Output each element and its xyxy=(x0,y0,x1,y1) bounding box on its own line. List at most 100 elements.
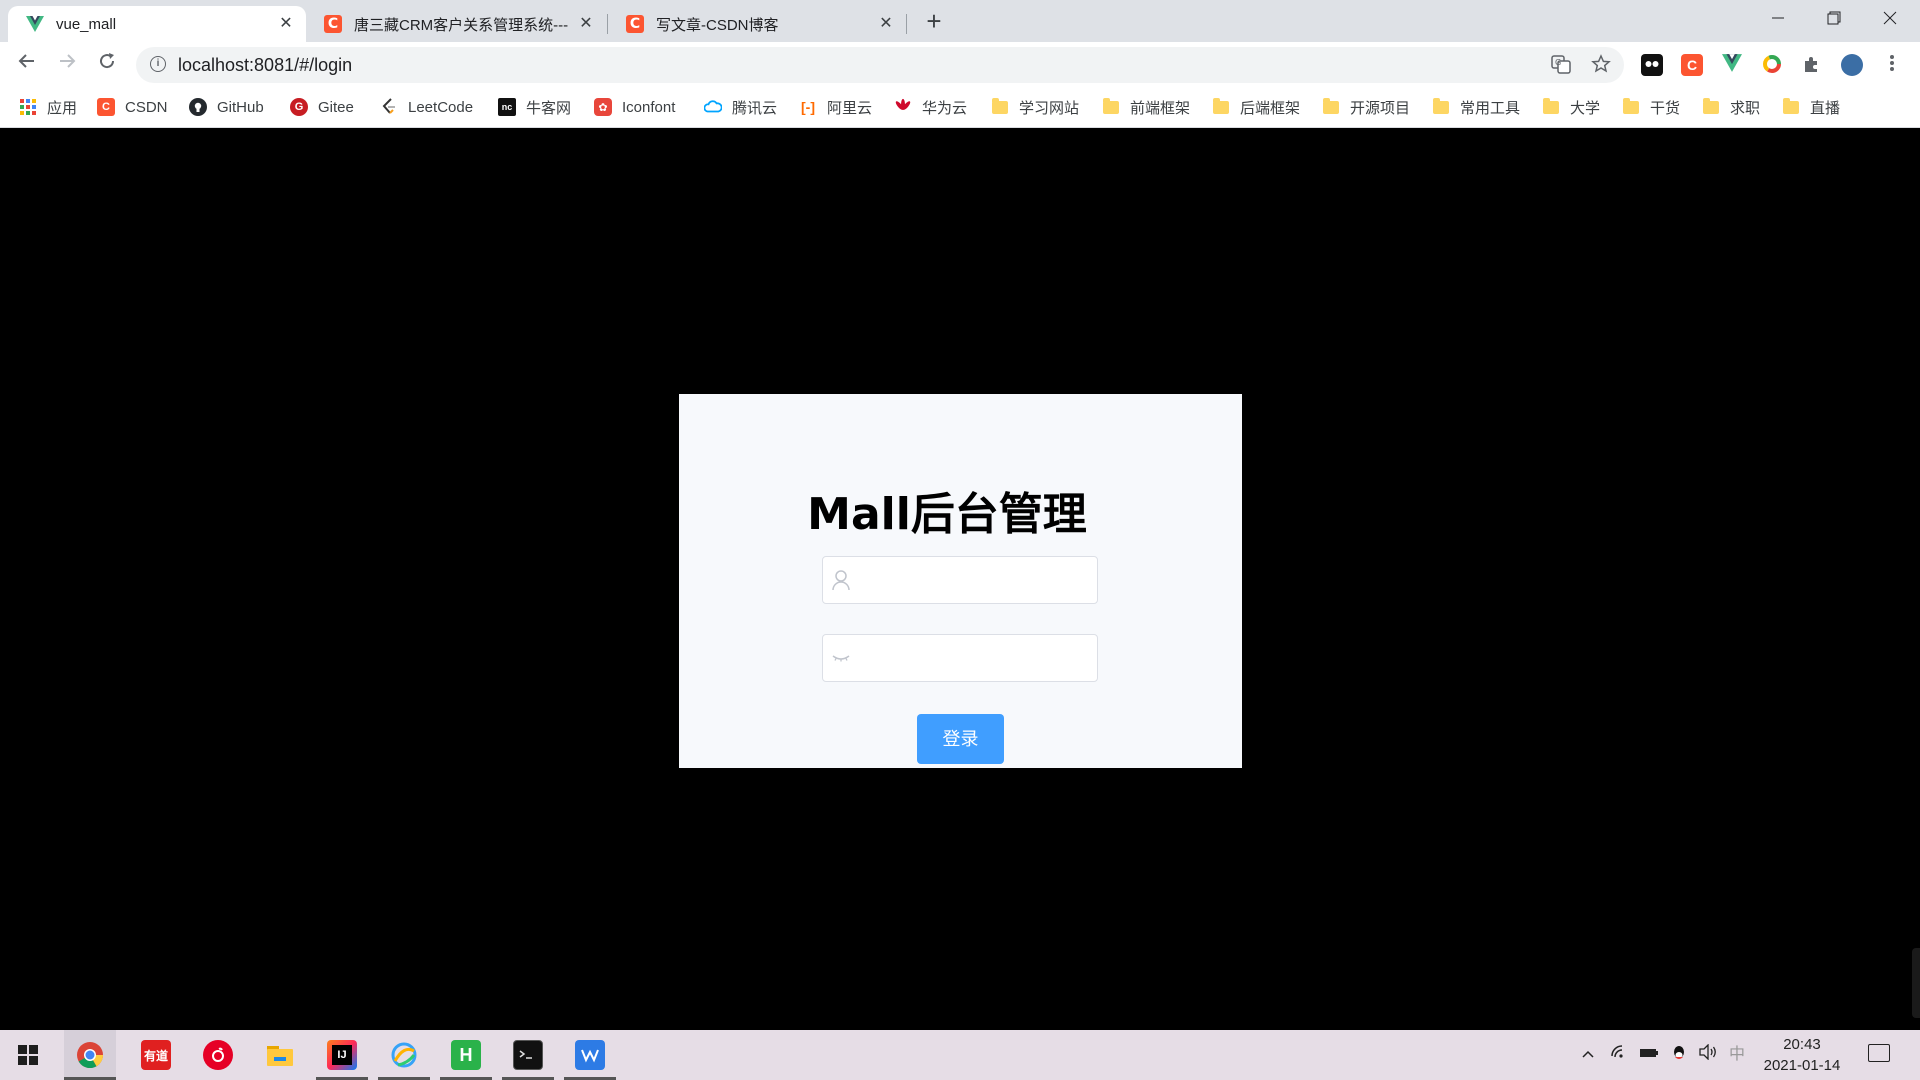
profile-avatar-icon[interactable] xyxy=(1841,54,1863,76)
extensions-puzzle-icon[interactable] xyxy=(1801,54,1823,76)
taskbar-chrome[interactable] xyxy=(64,1030,116,1080)
browser-menu-icon[interactable] xyxy=(1881,54,1903,76)
bookmark-label: 前端框架 xyxy=(1130,99,1191,117)
close-window-button[interactable] xyxy=(1862,0,1918,36)
bookmark-label: CSDN xyxy=(125,98,168,116)
bookmark-label: 干货 xyxy=(1650,99,1681,117)
bookmark-aliyun[interactable]: [-] 阿里云 xyxy=(799,96,872,118)
tencent-cloud-icon xyxy=(704,98,722,116)
bookmark-huawei-cloud[interactable]: 华为云 xyxy=(894,96,967,118)
login-button[interactable]: 登录 xyxy=(917,714,1004,764)
chrome-icon xyxy=(75,1040,105,1070)
taskbar-file-explorer[interactable] xyxy=(254,1030,306,1080)
color-ring-extension-icon[interactable] xyxy=(1761,54,1783,76)
tab-title: vue_mall xyxy=(56,15,117,33)
huawei-cloud-icon xyxy=(894,98,912,116)
bookmark-folder-tools[interactable]: 常用工具 xyxy=(1432,96,1520,118)
bookmark-label: Gitee xyxy=(318,98,354,116)
folder-icon xyxy=(1622,97,1640,116)
site-info-icon[interactable]: i xyxy=(150,56,166,72)
bookmark-folder-live[interactable]: 直播 xyxy=(1782,96,1840,118)
csdn-icon: C xyxy=(324,15,342,33)
user-icon xyxy=(831,569,851,591)
iconfont-icon: ✿ xyxy=(594,98,612,116)
bookmark-gitee[interactable]: G Gitee xyxy=(290,96,354,118)
bookmark-label: LeetCode xyxy=(408,98,474,116)
bookmark-folder-jobs[interactable]: 求职 xyxy=(1702,96,1760,118)
reload-icon[interactable] xyxy=(93,50,121,78)
forward-arrow-icon[interactable] xyxy=(53,50,81,78)
bookmark-label: 求职 xyxy=(1730,99,1761,117)
taskbar-browser[interactable] xyxy=(378,1030,430,1080)
input-method-indicator[interactable]: 中 xyxy=(1726,1044,1748,1066)
bookmark-folder-tips[interactable]: 干货 xyxy=(1622,96,1680,118)
bookmark-folder-frontend[interactable]: 前端框架 xyxy=(1102,96,1190,118)
battery-icon[interactable] xyxy=(1638,1044,1660,1066)
bookmark-leetcode[interactable]: LeetCode xyxy=(380,96,473,118)
tab-separator xyxy=(906,14,907,34)
bookmark-label: 后端框架 xyxy=(1240,99,1301,117)
speaker-icon[interactable] xyxy=(1696,1043,1720,1066)
tab-vue-mall[interactable]: vue_mall ✕ xyxy=(8,6,306,42)
close-tab-icon[interactable]: ✕ xyxy=(576,14,596,34)
password-input[interactable] xyxy=(859,635,1093,683)
bookmark-folder-study[interactable]: 学习网站 xyxy=(991,96,1079,118)
login-title: Mall后台管理 xyxy=(807,489,1087,540)
taskbar-youdao[interactable]: 有道 xyxy=(130,1030,182,1080)
bookmark-github[interactable]: GitHub xyxy=(189,96,264,118)
close-tab-icon[interactable]: ✕ xyxy=(276,14,296,34)
taskbar-netease-music[interactable] xyxy=(192,1030,244,1080)
bookmark-label: 应用 xyxy=(47,99,78,117)
bookmark-apps[interactable]: 应用 xyxy=(19,96,77,118)
back-arrow-icon[interactable] xyxy=(13,50,41,78)
bookmark-folder-opensource[interactable]: 开源项目 xyxy=(1322,96,1410,118)
vue-logo-icon xyxy=(26,15,44,33)
wps-icon xyxy=(575,1040,605,1070)
minimize-button[interactable] xyxy=(1750,0,1806,36)
page-viewport: Mall后台管理 登录 xyxy=(0,128,1920,1030)
bookmark-label: 大学 xyxy=(1570,99,1601,117)
bookmark-folder-university[interactable]: 大学 xyxy=(1542,96,1600,118)
clock-time: 20:43 xyxy=(1783,1036,1821,1053)
new-tab-button[interactable]: + xyxy=(920,8,948,36)
taskbar-hbuilder[interactable]: H xyxy=(440,1030,492,1080)
extension-mask-icon[interactable] xyxy=(1641,54,1663,76)
url-text[interactable]: localhost:8081/#/login xyxy=(178,55,352,76)
csdn-extension-icon[interactable]: C xyxy=(1681,54,1703,76)
tab-csdn-write[interactable]: C 写文章-CSDN博客 ✕ xyxy=(608,6,906,42)
taskbar-terminal[interactable] xyxy=(502,1030,554,1080)
bookmark-label: 开源项目 xyxy=(1350,99,1411,117)
folder-icon xyxy=(1322,97,1340,116)
close-tab-icon[interactable]: ✕ xyxy=(876,14,896,34)
folder-icon xyxy=(991,97,1009,116)
wifi-icon[interactable] xyxy=(1608,1044,1630,1066)
username-field[interactable] xyxy=(822,556,1098,605)
browser-icon xyxy=(389,1040,419,1070)
password-field[interactable] xyxy=(822,634,1098,683)
bookmark-iconfont[interactable]: ✿ Iconfont xyxy=(594,96,675,118)
folder-icon xyxy=(1782,97,1800,116)
tab-crm[interactable]: C 唐三藏CRM客户关系管理系统--- ✕ xyxy=(306,6,606,42)
bookmark-nowcoder[interactable]: nc 牛客网 xyxy=(498,96,571,118)
bookmark-tencent-cloud[interactable]: 腾讯云 xyxy=(704,96,777,118)
taskbar-intellij[interactable]: IJ xyxy=(316,1030,368,1080)
username-input[interactable] xyxy=(859,557,1093,605)
taskbar-wps[interactable] xyxy=(564,1030,616,1080)
bookmark-folder-backend[interactable]: 后端框架 xyxy=(1212,96,1300,118)
windows-start-icon[interactable] xyxy=(18,1045,38,1065)
taskbar-clock[interactable]: 20:43 2021-01-14 xyxy=(1754,1034,1850,1076)
bookmark-label: 华为云 xyxy=(922,99,968,117)
vue-devtools-icon[interactable] xyxy=(1721,54,1743,76)
restore-button[interactable] xyxy=(1806,0,1862,36)
bookmarks-bar: 应用 C CSDN GitHub G Gitee LeetCode nc 牛客网… xyxy=(0,87,1920,128)
action-center-icon[interactable] xyxy=(1868,1044,1890,1062)
tab-title: 写文章-CSDN博客 xyxy=(656,16,779,34)
qq-icon[interactable] xyxy=(1668,1044,1690,1066)
address-bar[interactable]: i localhost:8081/#/login G xyxy=(136,47,1624,83)
netease-music-icon xyxy=(203,1040,233,1070)
terminal-icon xyxy=(513,1040,543,1070)
translate-icon[interactable]: G xyxy=(1550,54,1572,76)
bookmark-csdn[interactable]: C CSDN xyxy=(97,96,168,118)
bookmark-star-icon[interactable] xyxy=(1590,54,1612,76)
tray-overflow-chevron-icon[interactable] xyxy=(1578,1044,1598,1066)
